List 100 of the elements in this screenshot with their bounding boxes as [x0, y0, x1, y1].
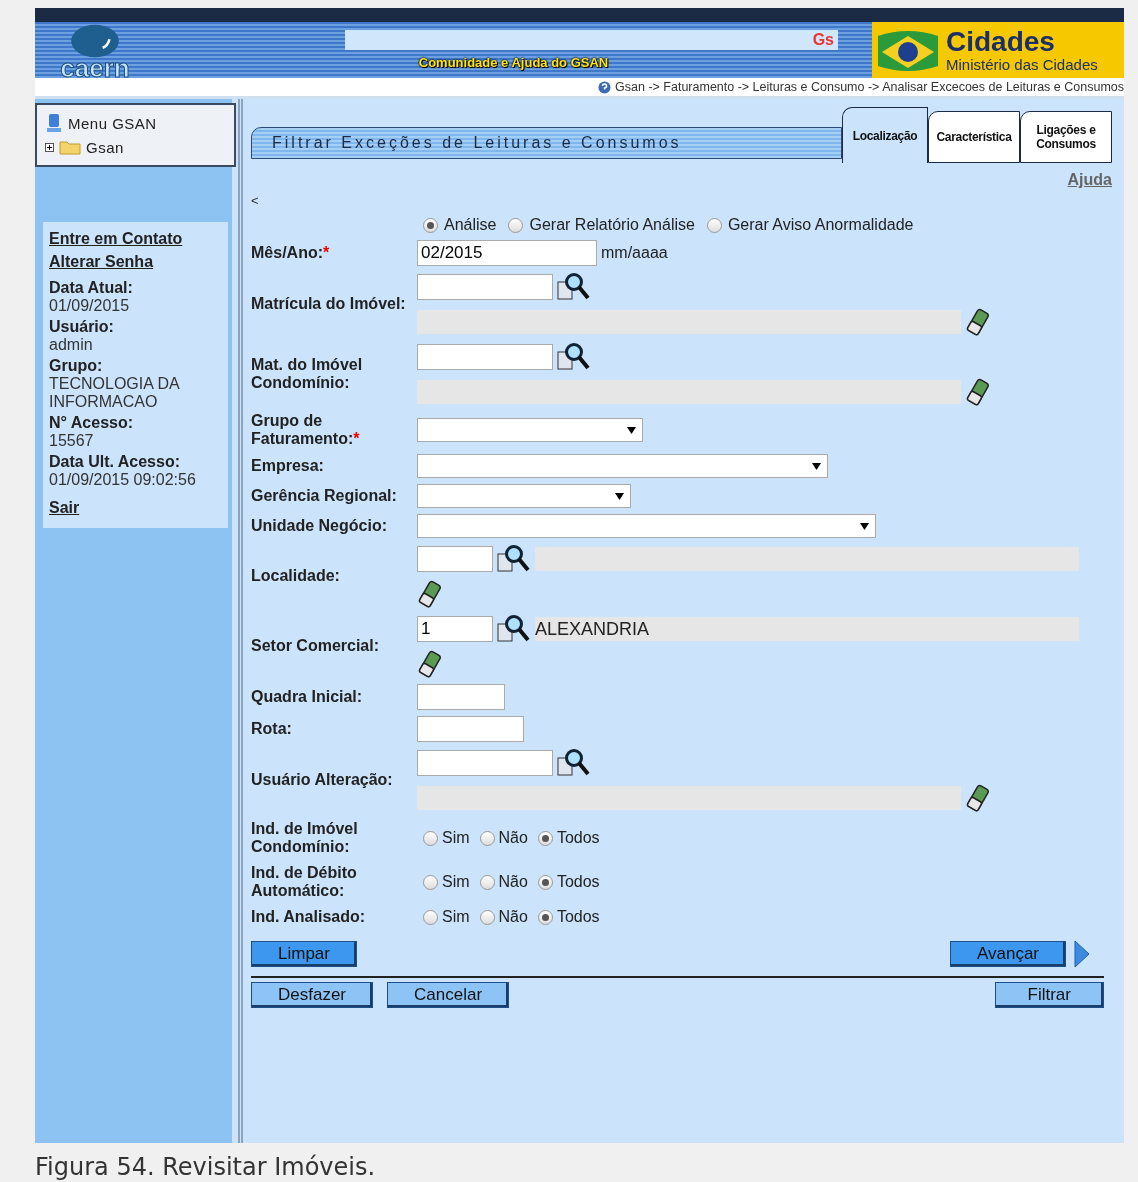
required-asterisk: * [323, 244, 330, 261]
field-label: Empresa: [251, 457, 325, 475]
text-field[interactable]: 02/2015 [417, 240, 597, 266]
radio-button[interactable] [706, 217, 722, 233]
field-label: Localidade: [251, 567, 341, 585]
radio-label[interactable]: Todos [556, 829, 600, 847]
radio-button[interactable] [479, 909, 495, 925]
dropdown[interactable] [417, 484, 631, 508]
help-link[interactable]: Ajuda [1067, 171, 1112, 189]
field-label: Usuário Alteração: [251, 771, 394, 789]
info-value: 01/09/2015 [49, 297, 131, 315]
text-field[interactable] [417, 274, 553, 300]
next-button[interactable]: Avançar [949, 941, 1066, 967]
format-hint: mm/aaaa [601, 244, 668, 262]
info-label: Usuário: [49, 318, 115, 336]
menu-title[interactable]: Menu GSAN [68, 114, 157, 132]
field-label: Ind. de Débito Automático: [251, 864, 358, 900]
field-label: Mat. do Imóvel Condomínio: [251, 356, 364, 392]
arrow-right-icon[interactable] [1074, 940, 1090, 968]
filter-button[interactable]: Filtrar [994, 982, 1104, 1008]
sidebar-link[interactable]: Alterar Senha [49, 253, 222, 271]
radio-button[interactable] [423, 874, 438, 890]
magnifier-icon[interactable] [557, 342, 591, 372]
info-label: Grupo: [49, 357, 104, 375]
caret-icon [860, 522, 869, 530]
text-field[interactable] [417, 684, 505, 710]
field-label: Matrícula do Imóvel: [251, 295, 407, 313]
text-field[interactable]: 1 [417, 616, 493, 642]
field-label: Grupo de Faturamento:* [251, 412, 361, 448]
field-label: Gerência Regional: [251, 487, 398, 505]
form-button[interactable]: Cancelar [387, 982, 510, 1008]
flag-icon [876, 28, 940, 72]
computer-icon [45, 113, 63, 133]
ministry-subtitle: Ministério das Cidades [946, 55, 1098, 73]
info-value: 01/09/2015 09:02:56 [49, 471, 197, 489]
tab[interactable]: Característica [928, 111, 1020, 163]
magnifier-icon[interactable] [557, 272, 591, 302]
radio-label[interactable]: Gerar Relatório Análise [529, 216, 695, 234]
sidebar-link[interactable]: Entre em Contato [49, 230, 222, 248]
required-asterisk: * [353, 430, 360, 447]
magnifier-icon[interactable] [497, 614, 531, 644]
form-button[interactable]: Desfazer [251, 982, 374, 1008]
field-label: Unidade Negócio: [251, 517, 388, 535]
ministry-title: Cidades [946, 27, 1056, 56]
magnifier-icon[interactable] [497, 544, 531, 574]
figure-caption: Figura 54. Revisitar Imóveis. [35, 1153, 377, 1181]
info-value: admin [49, 336, 94, 354]
radio-label[interactable]: Sim [442, 908, 470, 926]
text-field[interactable] [417, 750, 553, 776]
radio-label[interactable]: Sim [442, 873, 470, 891]
clear-button[interactable]: Limpar [251, 941, 357, 967]
menu-item[interactable]: Gsan [86, 138, 124, 156]
info-value: TECNOLOGIA DA INFORMACAO [49, 375, 181, 411]
radio-label[interactable]: Não [498, 873, 528, 891]
radio-label[interactable]: Não [498, 908, 528, 926]
logout-link[interactable]: Sair [49, 499, 222, 517]
radio-label[interactable]: Todos [556, 873, 600, 891]
radio-button[interactable] [479, 874, 495, 890]
radio-button[interactable] [423, 909, 438, 925]
field-label: Ind. de Imóvel Condomínio: [251, 820, 359, 856]
radio-label[interactable]: Sim [442, 829, 470, 847]
info-label: N° Acesso: [49, 414, 135, 432]
field-label: Ind. Analisado: [251, 908, 367, 926]
radio-button[interactable] [537, 909, 553, 925]
dropdown[interactable] [417, 514, 876, 538]
collapse-arrow[interactable]: < [251, 193, 1112, 208]
info-label: Data Ult. Acesso: [49, 453, 181, 471]
radio-button[interactable] [537, 830, 553, 846]
radio-button[interactable] [479, 830, 495, 846]
help-icon[interactable] [598, 80, 612, 94]
field-label: Mês/Ano:* [251, 244, 331, 262]
text-field[interactable] [417, 716, 524, 742]
tab[interactable]: Ligações e Consumos [1020, 111, 1112, 163]
form-title: Filtrar Exceções de Leituras e Consumos [272, 134, 682, 152]
breadcrumb: Gsan -> Faturamento -> Leituras e Consumo -> Analisar Excecoes de Leituras e Consumos [615, 80, 1124, 94]
tab[interactable]: Localização [842, 107, 928, 163]
radio-button[interactable] [508, 217, 524, 233]
radio-label[interactable]: Todos [556, 908, 600, 926]
radio-button[interactable] [423, 217, 438, 233]
radio-label[interactable]: Gerar Aviso Anormalidade [727, 216, 914, 234]
caret-icon [615, 492, 624, 500]
caret-icon [812, 462, 821, 470]
dropdown[interactable] [417, 418, 643, 442]
text-field[interactable] [417, 546, 493, 572]
folder-icon [59, 139, 81, 155]
magnifier-icon[interactable] [557, 748, 591, 778]
radio-label[interactable]: Não [498, 829, 528, 847]
field-label: Rota: [251, 720, 293, 738]
logo-text: caern [60, 58, 130, 78]
radio-label[interactable]: Análise [444, 216, 497, 234]
caret-icon [627, 426, 636, 434]
text-field[interactable] [417, 344, 553, 370]
field-label: Setor Comercial: [251, 637, 381, 655]
dropdown[interactable] [417, 454, 828, 478]
info-value: 15567 [49, 432, 95, 450]
info-label: Data Atual: [49, 279, 134, 297]
expand-icon[interactable] [45, 142, 54, 152]
radio-button[interactable] [537, 874, 553, 890]
description-field: ALEXANDRIA [535, 617, 1079, 641]
radio-button[interactable] [423, 830, 438, 846]
